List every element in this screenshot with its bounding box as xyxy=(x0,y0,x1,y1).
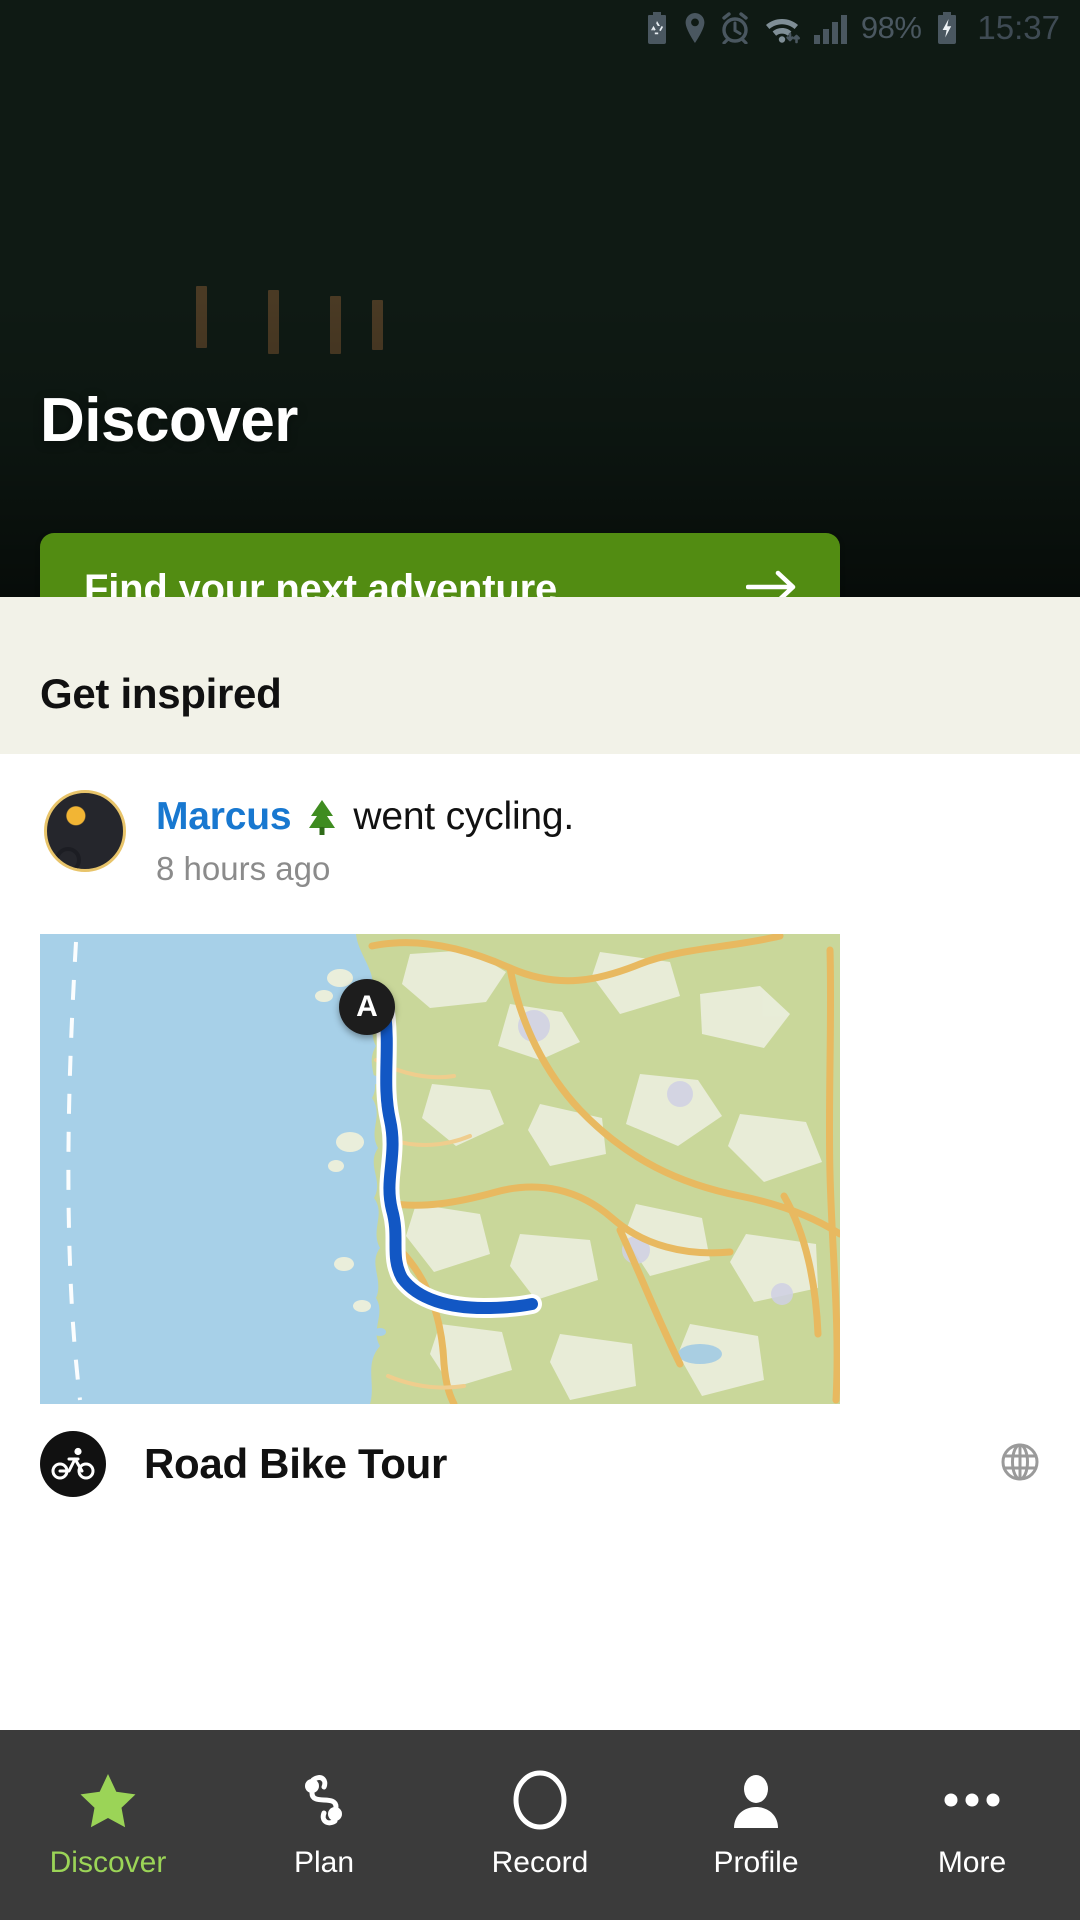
signal-icon xyxy=(813,12,848,44)
nav-label-record: Record xyxy=(491,1846,589,1879)
feed-card[interactable]: Marcus went cycling. 8 hours ago A Road … xyxy=(0,754,1080,1525)
cyclist-icon xyxy=(40,1431,106,1498)
avatar[interactable] xyxy=(44,790,126,872)
nav-item-profile[interactable]: Profile xyxy=(648,1730,864,1920)
page-title: Discover xyxy=(40,386,298,455)
route-map[interactable]: A xyxy=(40,934,840,1405)
nav-item-record[interactable]: Record xyxy=(432,1730,648,1920)
find-adventure-label: Find your next adventure xyxy=(84,567,558,597)
get-inspired-section: Get inspired xyxy=(0,597,1080,754)
battery-percent-label: 98% xyxy=(860,10,922,45)
nav-label-discover: Discover xyxy=(49,1846,167,1879)
hero-banner: 98% 15:37 Discover Find your next advent… xyxy=(0,0,1080,597)
post-activity-line: Marcus went cycling. xyxy=(156,794,574,840)
post-timestamp: 8 hours ago xyxy=(156,850,331,888)
tour-title: Road Bike Tour xyxy=(144,1440,448,1488)
battery-saver-icon xyxy=(644,12,670,44)
start-marker[interactable]: A xyxy=(339,979,395,1036)
find-adventure-button[interactable]: Find your next adventure xyxy=(40,533,840,597)
nav-label-plan: Plan xyxy=(293,1846,355,1879)
battery-charging-icon xyxy=(934,12,960,44)
wifi-icon xyxy=(763,12,801,44)
post-header: Marcus went cycling. 8 hours ago xyxy=(0,754,1080,888)
arrow-right-icon xyxy=(745,569,798,597)
map-canvas xyxy=(40,934,840,1405)
ellipsis-icon xyxy=(943,1770,1001,1830)
status-bar: 98% 15:37 xyxy=(0,0,1080,56)
star-icon xyxy=(79,1770,137,1830)
post-meta: Marcus went cycling. 8 hours ago xyxy=(156,790,574,888)
post-username[interactable]: Marcus xyxy=(156,794,292,840)
tree-icon xyxy=(305,798,339,836)
location-icon xyxy=(683,12,707,44)
clock-label: 15:37 xyxy=(977,9,1060,46)
nav-label-more: More xyxy=(937,1846,1007,1879)
alarm-icon xyxy=(720,12,750,44)
nav-item-more[interactable]: More xyxy=(864,1730,1080,1920)
get-inspired-heading: Get inspired xyxy=(40,670,282,717)
person-icon xyxy=(729,1770,783,1830)
route-icon xyxy=(297,1770,351,1830)
start-marker-label: A xyxy=(356,990,378,1024)
record-circle-icon xyxy=(511,1770,569,1830)
avatar-detail xyxy=(55,847,81,869)
globe-icon[interactable] xyxy=(1000,1442,1040,1487)
post-action-text: went cycling. xyxy=(353,795,575,838)
nav-item-discover[interactable]: Discover xyxy=(0,1730,216,1920)
tour-row[interactable]: Road Bike Tour xyxy=(0,1404,1080,1524)
nav-item-plan[interactable]: Plan xyxy=(216,1730,432,1920)
bottom-navigation: Discover Plan Record Profile More xyxy=(0,1730,1080,1920)
nav-label-profile: Profile xyxy=(713,1846,799,1879)
